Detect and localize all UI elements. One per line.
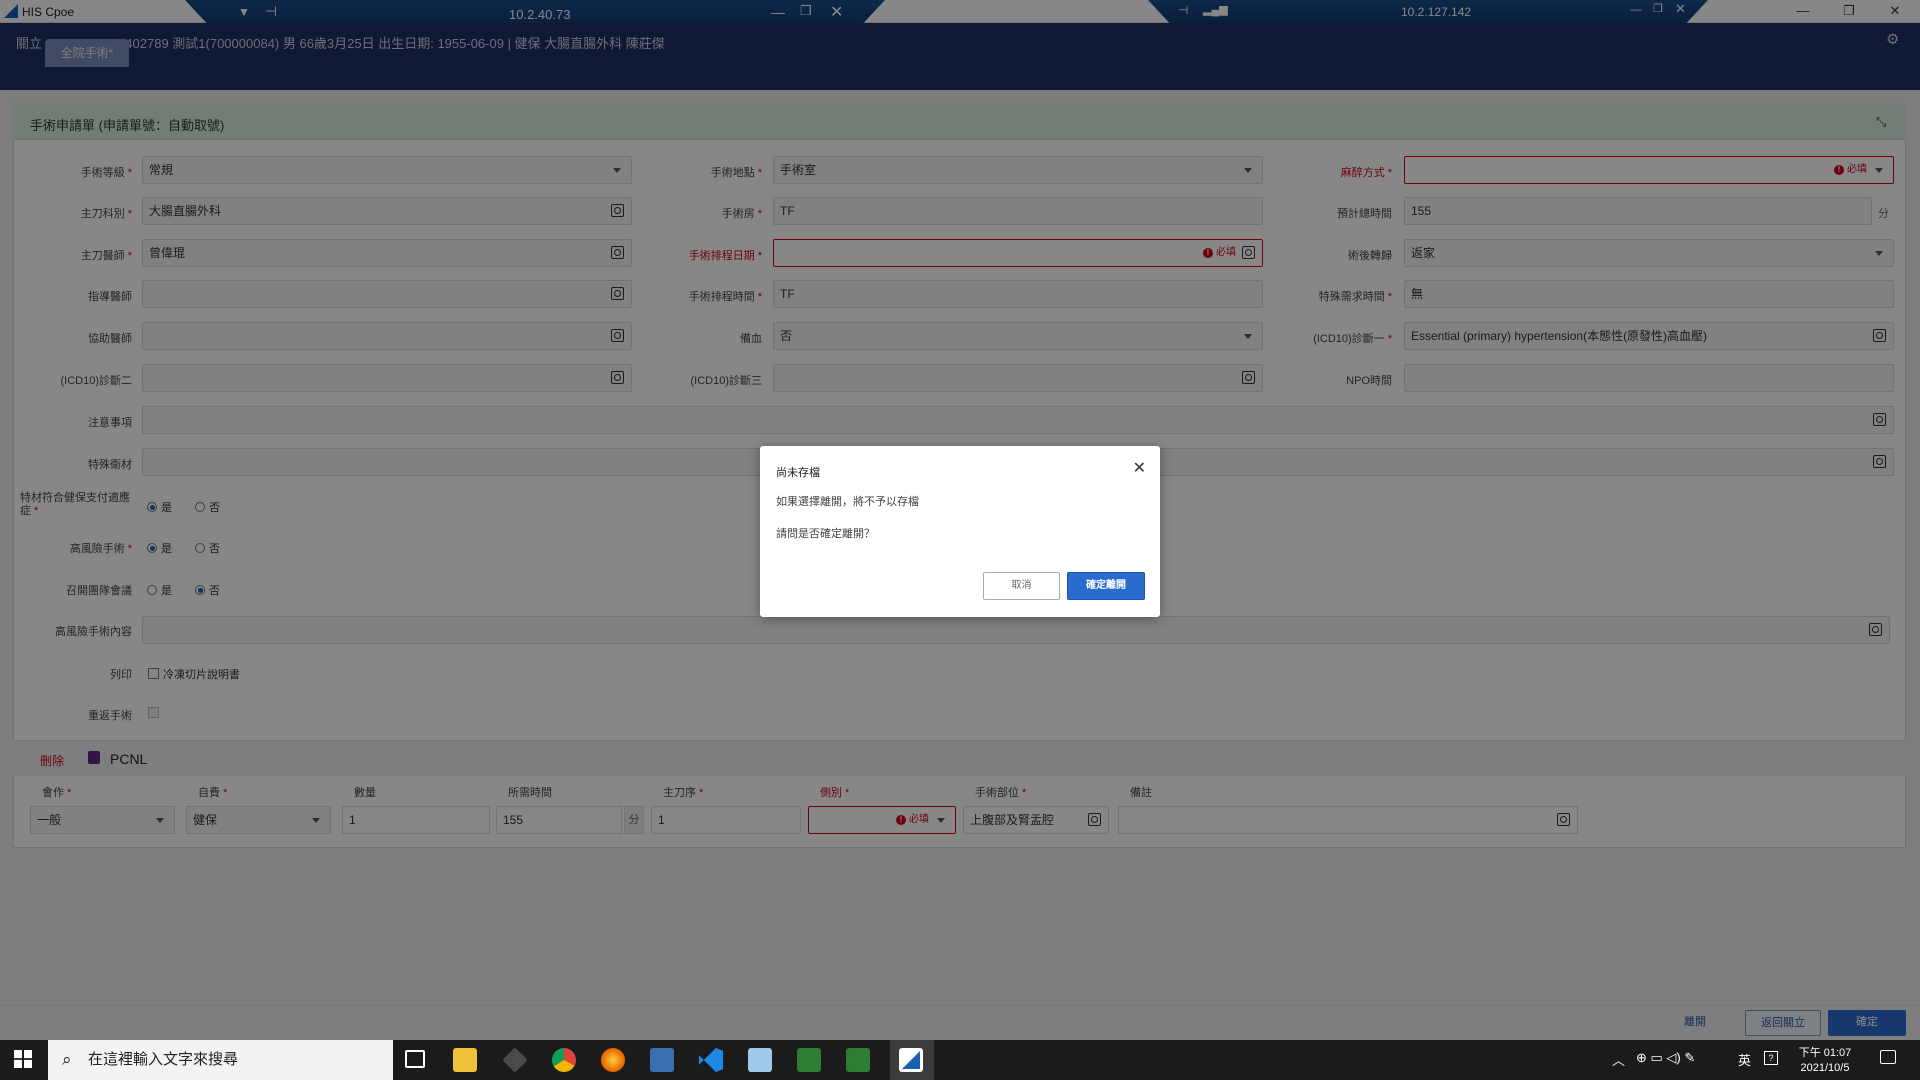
notepad-icon[interactable] — [748, 1048, 772, 1072]
notification-icon[interactable] — [1880, 1050, 1896, 1064]
search-icon: ⌕ — [62, 1050, 72, 1069]
chrome-icon[interactable] — [552, 1048, 576, 1072]
app-logo-icon[interactable] — [797, 1048, 821, 1072]
dialog-message-1: 如果選擇離開，將不予以存檔 — [776, 496, 919, 508]
dialog-message-2: 請問是否確定離開？ — [776, 528, 875, 540]
tray-chevron-icon[interactable]: ︿ — [1612, 1050, 1625, 1069]
app-logo-icon-2[interactable] — [846, 1048, 870, 1072]
cancel-button[interactable]: 取消 — [983, 572, 1060, 600]
confirm-leave-button[interactable]: 確定離開 — [1067, 572, 1145, 600]
file-explorer-icon[interactable] — [453, 1048, 477, 1072]
unsaved-dialog: 尚未存檔 ✕ 如果選擇離開，將不予以存檔 請問是否確定離開？ 取消 確定離開 — [760, 446, 1160, 617]
close-icon[interactable]: ✕ — [1133, 458, 1146, 478]
clock-date[interactable]: 2021/10/5 — [1790, 1062, 1860, 1074]
dialog-title: 尚未存檔 — [776, 467, 820, 479]
clock-time[interactable]: 下午 01:07 — [1790, 1044, 1860, 1060]
taskbar-search-input[interactable]: ⌕ 在這裡輸入文字來搜尋 — [48, 1040, 393, 1080]
firefox-icon[interactable] — [601, 1048, 625, 1072]
remote-desktop-icon[interactable] — [650, 1048, 674, 1072]
ime-mode-icon[interactable]: ? — [1764, 1051, 1778, 1065]
ime-indicator[interactable]: 英 — [1738, 1050, 1751, 1069]
task-view-icon[interactable] — [405, 1050, 425, 1068]
his-cpoe-icon[interactable] — [899, 1048, 923, 1072]
tray-icons[interactable]: ⊕ ▭ ◁) ✎ — [1636, 1050, 1695, 1066]
